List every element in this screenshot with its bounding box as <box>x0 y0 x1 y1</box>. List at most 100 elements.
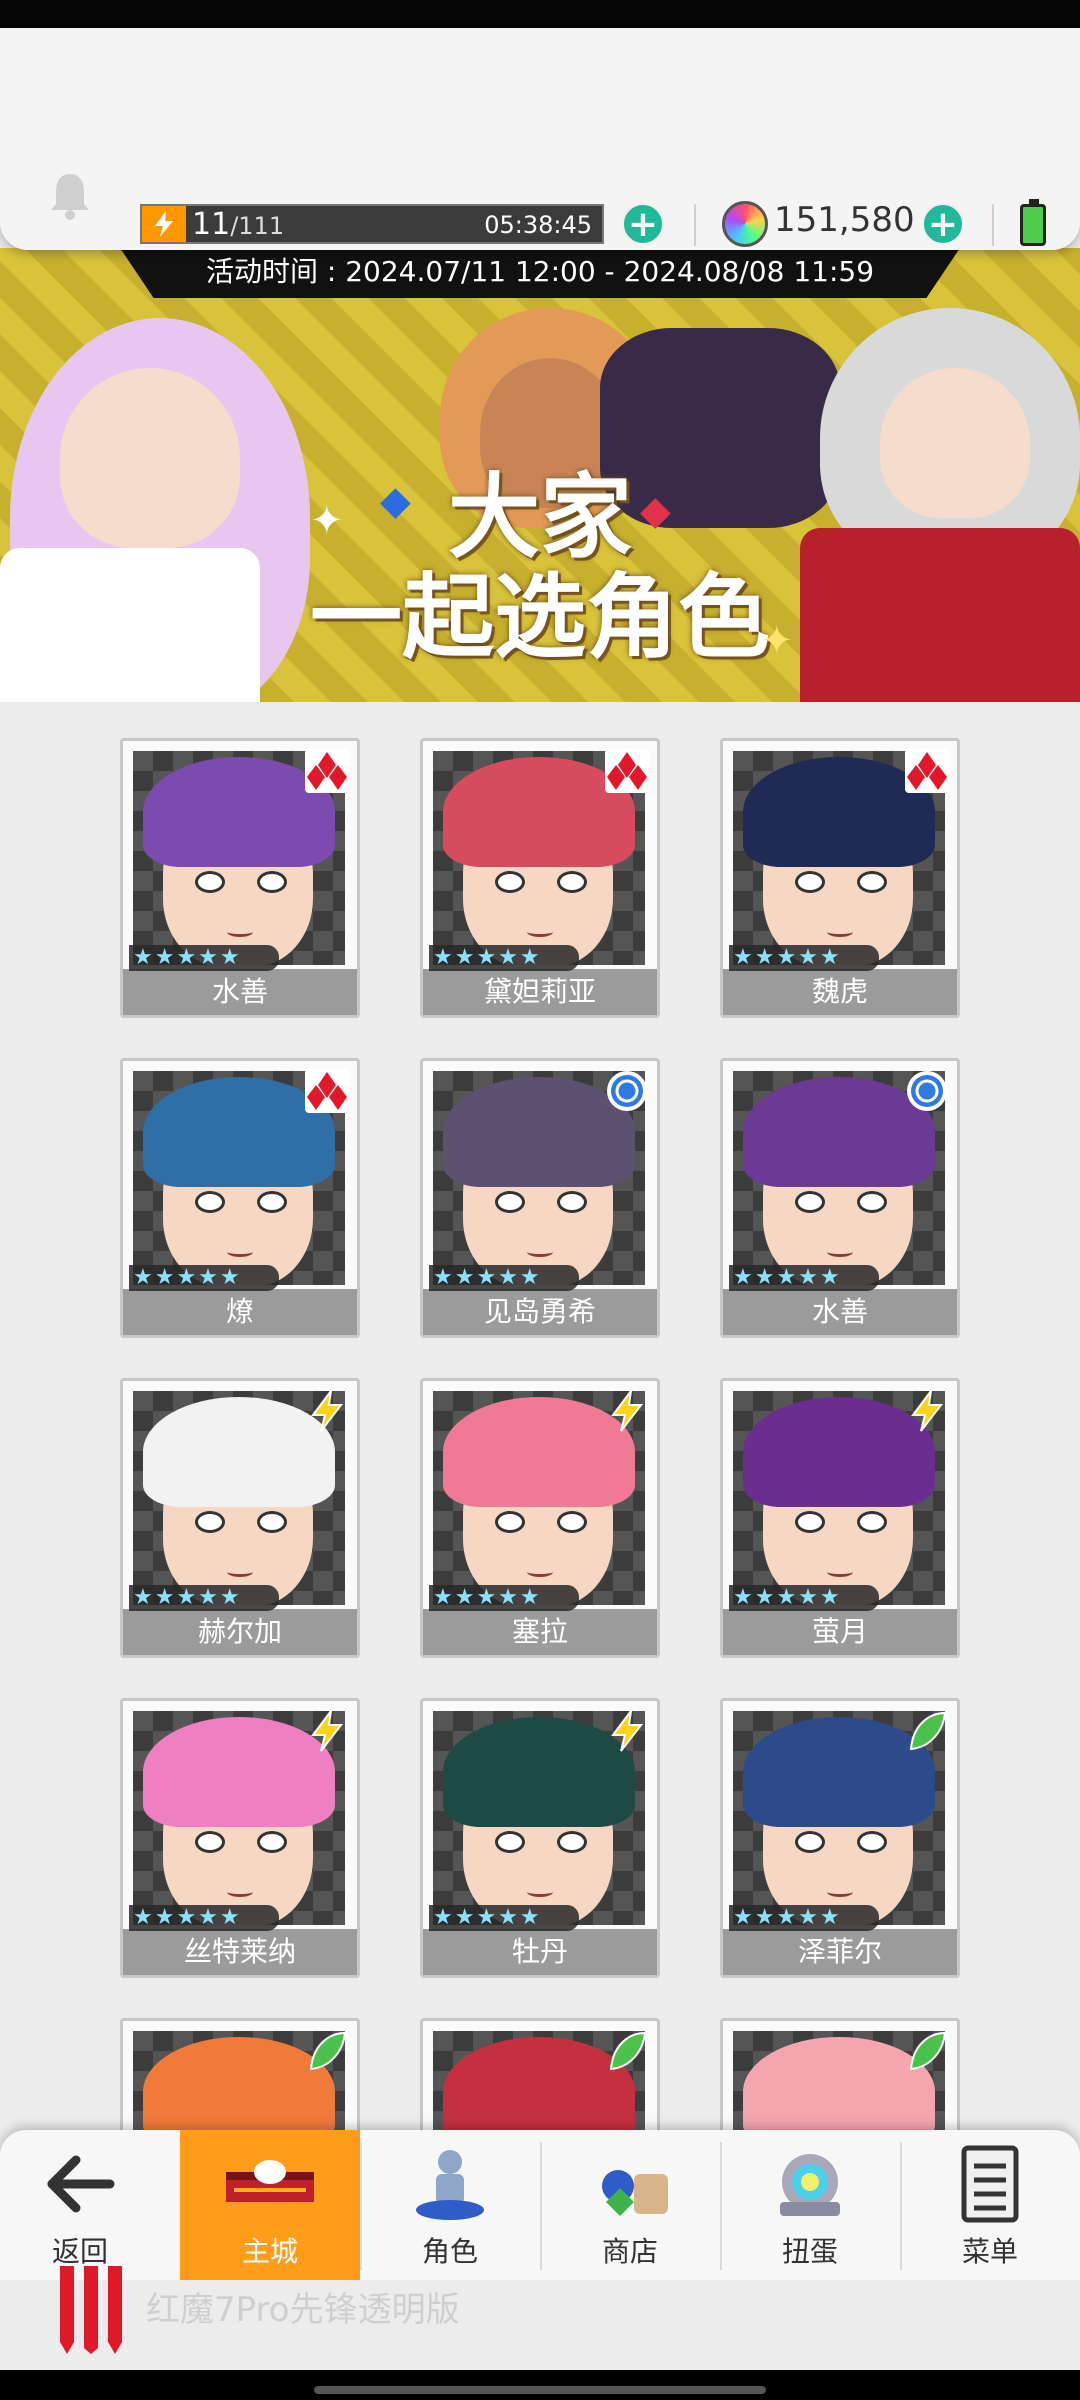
character-card[interactable]: ★★★★★ 燎 <box>120 1058 360 1338</box>
character-card[interactable]: ★★★★★ 水善 <box>720 1058 960 1338</box>
star-rating: ★★★★★ <box>129 945 279 971</box>
portrait-eye <box>257 1191 287 1213</box>
back-arrow-icon <box>47 2155 115 2213</box>
leaf-element-icon <box>305 2029 349 2073</box>
character-grid: ★★★★★ 水善 ★★★★★ 黛妲莉亚 ★★★★★ 魏虎 ★★★★★ 燎 ★★★★★ 见岛勇希 ★★… <box>0 702 1080 2298</box>
event-banner[interactable]: 活动时间 : 2024.07/11 12:00 - 2024.08/08 11:… <box>0 248 1080 702</box>
header-divider <box>694 204 696 246</box>
bolt-element-icon <box>605 1709 649 1753</box>
portrait-eye <box>195 1831 225 1853</box>
brand-logo-icon <box>60 2266 122 2354</box>
character-card[interactable]: ★★★★★ 牡丹 <box>420 1698 660 1978</box>
diamond-element-icon <box>305 749 349 793</box>
nav-characters-label: 角色 <box>421 2235 478 2268</box>
portrait-eye <box>857 1511 887 1533</box>
portrait-mouth <box>527 1567 553 1577</box>
portrait-eye <box>557 871 587 893</box>
battery-icon <box>1020 199 1046 246</box>
nav-home-label: 主城 <box>241 2235 298 2268</box>
bolt-element-icon <box>305 1389 349 1433</box>
portrait-eye <box>557 1191 587 1213</box>
portrait-eye <box>795 1511 825 1533</box>
star-rating: ★★★★★ <box>429 1905 579 1931</box>
add-gems-button[interactable]: + <box>922 203 964 245</box>
sparkle-icon: ◆ <box>640 488 671 534</box>
add-energy-button[interactable]: + <box>622 203 664 245</box>
star-rating: ★★★★★ <box>429 1585 579 1611</box>
portrait-mouth <box>827 1567 853 1577</box>
portrait-mouth <box>227 927 253 937</box>
portrait-mouth <box>827 1247 853 1257</box>
character-art <box>800 528 1080 702</box>
nav-shop[interactable]: 商店 <box>540 2130 720 2280</box>
character-card[interactable]: ★★★★★ 萤月 <box>720 1378 960 1658</box>
nav-menu[interactable]: 菜单 <box>900 2130 1080 2280</box>
portrait-eye <box>195 1511 225 1533</box>
bolt-element-icon <box>905 1389 949 1433</box>
star-rating: ★★★★★ <box>129 1585 279 1611</box>
character-name: 魏虎 <box>723 969 957 1015</box>
energy-timer: 05:38:45 <box>484 211 592 239</box>
nav-menu-label: 菜单 <box>961 2235 1018 2268</box>
character-art <box>880 368 1030 518</box>
character-name: 泽菲尔 <box>723 1929 957 1975</box>
nav-gacha-label: 扭蛋 <box>781 2235 838 2268</box>
portrait-eye <box>795 1831 825 1853</box>
portrait-eye <box>857 1191 887 1213</box>
portrait-eye <box>857 871 887 893</box>
lightning-icon <box>142 206 186 242</box>
shop-bag-icon <box>602 2170 668 2216</box>
event-time: 活动时间 : 2024.07/11 12:00 - 2024.08/08 11:… <box>205 255 875 288</box>
nav-back[interactable]: 返回 <box>0 2130 160 2280</box>
sparkle-icon: ◆ <box>380 478 411 524</box>
character-name: 丝特莱纳 <box>123 1929 357 1975</box>
portrait-eye <box>557 1831 587 1853</box>
nav-characters[interactable]: 角色 <box>360 2130 540 2280</box>
leaf-element-icon <box>905 2029 949 2073</box>
star-rating: ★★★★★ <box>729 1905 879 1931</box>
portrait-mouth <box>227 1567 253 1577</box>
diamond-element-icon <box>305 1069 349 1113</box>
character-art <box>60 368 240 548</box>
nav-shop-label: 商店 <box>601 2235 658 2268</box>
character-card[interactable]: ★★★★★ 魏虎 <box>720 738 960 1018</box>
portrait-mouth <box>527 1247 553 1257</box>
portrait-eye <box>257 1831 287 1853</box>
character-card[interactable]: ★★★★★ 见岛勇希 <box>420 1058 660 1338</box>
character-art <box>0 548 260 702</box>
gem-icon <box>722 201 768 247</box>
character-card[interactable]: ★★★★★ 丝特莱纳 <box>120 1698 360 1978</box>
bottom-nav: 返回 主城 角色 商店 扭蛋 菜单 <box>0 2130 1080 2280</box>
gacha-orb-icon <box>780 2154 840 2216</box>
header-divider <box>992 204 994 246</box>
menu-list-icon <box>961 2145 1019 2223</box>
character-name: 牡丹 <box>423 1929 657 1975</box>
home-indicator[interactable] <box>314 2386 766 2394</box>
portrait-eye <box>795 1191 825 1213</box>
character-name: 水善 <box>723 1289 957 1335</box>
character-card[interactable]: ★★★★★ 泽菲尔 <box>720 1698 960 1978</box>
portrait-eye <box>257 1511 287 1533</box>
nav-gacha[interactable]: 扭蛋 <box>720 2130 900 2280</box>
diamond-element-icon <box>605 749 649 793</box>
bell-icon[interactable] <box>48 170 92 220</box>
character-card[interactable]: ★★★★★ 塞拉 <box>420 1378 660 1658</box>
castle-icon <box>226 2160 314 2202</box>
character-card[interactable]: ★★★★★ 黛妲莉亚 <box>420 738 660 1018</box>
energy-meter: 11/111 05:38:45 <box>140 204 604 244</box>
character-card[interactable]: ★★★★★ 赫尔加 <box>120 1378 360 1658</box>
portrait-eye <box>495 871 525 893</box>
portrait-eye <box>495 1831 525 1853</box>
star-rating: ★★★★★ <box>729 1265 879 1291</box>
system-nav-bar <box>0 2370 1080 2400</box>
star-rating: ★★★★★ <box>429 945 579 971</box>
character-name: 塞拉 <box>423 1609 657 1655</box>
character-card[interactable]: ★★★★★ 水善 <box>120 738 360 1018</box>
star-rating: ★★★★★ <box>129 1905 279 1931</box>
portrait-eye <box>495 1191 525 1213</box>
leaf-element-icon <box>905 1709 949 1753</box>
portrait-eye <box>795 871 825 893</box>
portrait-mouth <box>227 1887 253 1897</box>
nav-home[interactable]: 主城 <box>180 2130 360 2280</box>
bolt-element-icon <box>305 1709 349 1753</box>
